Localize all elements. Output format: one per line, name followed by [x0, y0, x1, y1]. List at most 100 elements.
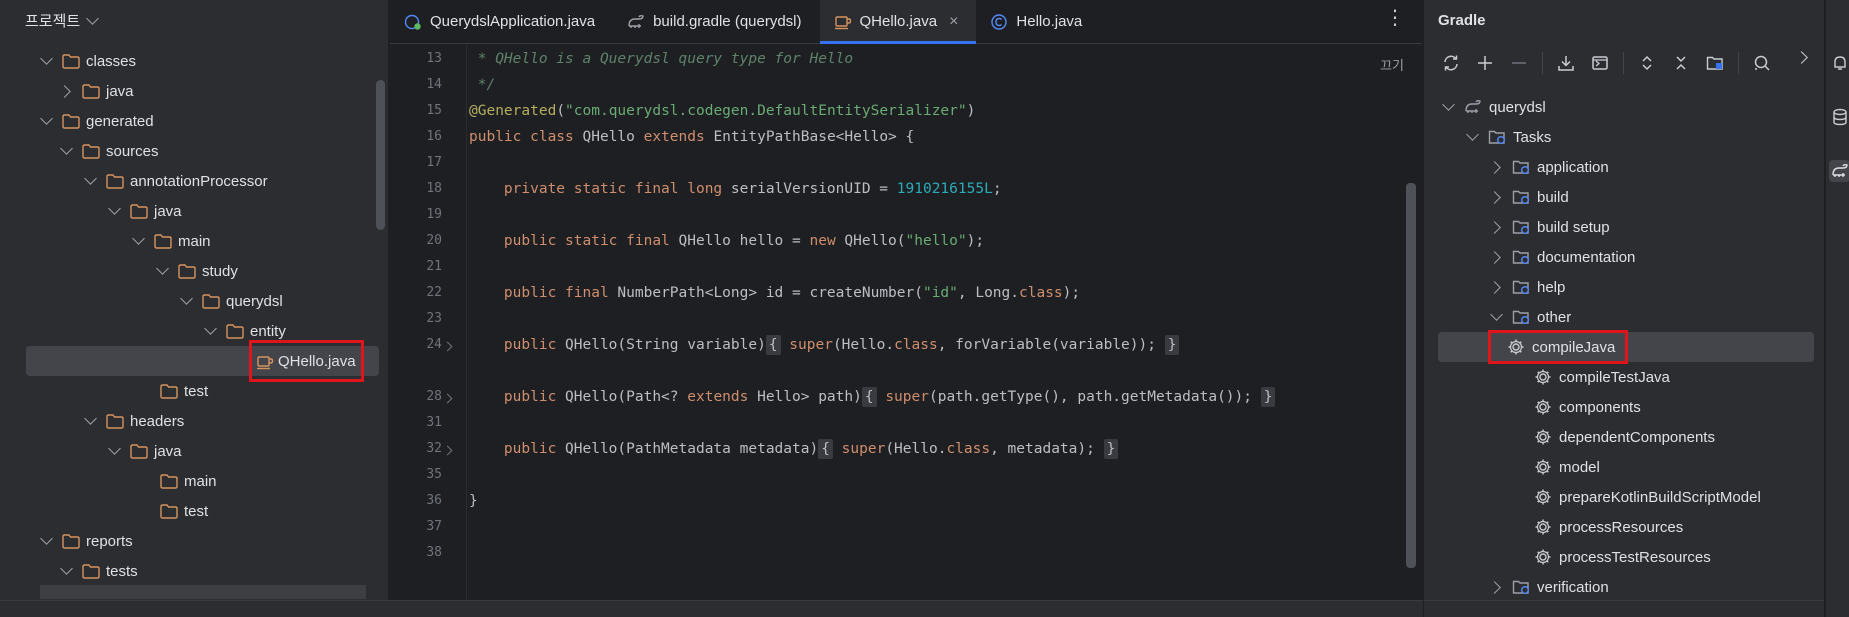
tree-item-generated[interactable]: generated — [0, 106, 388, 136]
link-project-icon[interactable] — [1698, 48, 1732, 78]
gradle-group-build[interactable]: build — [1424, 182, 1824, 212]
gradle-tasks-node[interactable]: Tasks — [1424, 122, 1824, 152]
tree-item-querydsl[interactable]: querydsl — [0, 286, 388, 316]
code-area[interactable]: * QHello is a Querydsl query type for He… — [469, 45, 1389, 617]
gradle-task-label: processResources — [1559, 518, 1684, 536]
gradle-root-querydsl[interactable]: querydsl — [1424, 92, 1824, 122]
expand-arrow-icon[interactable] — [36, 531, 56, 551]
gear-icon — [1534, 488, 1552, 506]
gradle-group-build-setup[interactable]: build setup — [1424, 212, 1824, 242]
gradle-task-prepareKotlinBuildScriptModel[interactable]: prepareKotlinBuildScriptModel — [1424, 482, 1824, 512]
gradle-task-components[interactable]: components — [1424, 392, 1824, 422]
reader-mode-toggle[interactable]: 끄기 — [1380, 55, 1404, 74]
tab-querydsl-application[interactable]: QuerydslApplication.java — [390, 0, 613, 43]
gradle-group-documentation[interactable]: documentation — [1424, 242, 1824, 272]
collapse-arrow-icon[interactable] — [1486, 277, 1506, 297]
collapse-all-icon[interactable] — [1664, 48, 1698, 78]
expand-arrow-icon[interactable] — [200, 321, 220, 341]
database-icon[interactable] — [1831, 108, 1849, 126]
gradle-task-model[interactable]: model — [1424, 452, 1824, 482]
tree-item-java[interactable]: java — [0, 196, 388, 226]
fold-arrow-icon[interactable] — [442, 341, 456, 355]
gradle-group-help[interactable]: help — [1424, 272, 1824, 302]
expand-arrow-icon[interactable] — [56, 141, 76, 161]
collapse-arrow-icon[interactable] — [1486, 217, 1506, 237]
expand-arrow-icon[interactable] — [104, 201, 124, 221]
gradle-group-label: help — [1537, 278, 1566, 296]
expand-arrow-icon[interactable] — [1438, 97, 1458, 117]
notifications-icon[interactable] — [1831, 54, 1849, 72]
gradle-group-application[interactable]: application — [1424, 152, 1824, 182]
gradle-group-label: application — [1537, 158, 1609, 176]
gradle-task-label: model — [1559, 458, 1600, 476]
tree-item-label: annotationProcessor — [130, 172, 268, 190]
expand-arrow-icon[interactable] — [80, 411, 100, 431]
expand-arrow-icon[interactable] — [36, 51, 56, 71]
fold-arrow-icon[interactable] — [442, 393, 456, 407]
gradle-task-processResources[interactable]: processResources — [1424, 512, 1824, 542]
tree-item-test[interactable]: test — [0, 496, 388, 526]
line-number: 17 — [426, 155, 442, 170]
more-options-icon[interactable]: ⋮ — [1385, 8, 1405, 28]
collapse-arrow-icon[interactable] — [1486, 157, 1506, 177]
expand-arrow-icon[interactable] — [56, 561, 76, 581]
download-icon[interactable] — [1549, 48, 1583, 78]
gear-icon — [1534, 518, 1552, 536]
tab-label: Hello.java — [1016, 13, 1083, 30]
close-icon[interactable]: × — [949, 13, 958, 31]
gradle-task-compileTestJava[interactable]: compileTestJava — [1424, 362, 1824, 392]
tree-item-annotationProcessor[interactable]: annotationProcessor — [0, 166, 388, 196]
tree-item-headers[interactable]: headers — [0, 406, 388, 436]
analyze-icon[interactable] — [1745, 48, 1779, 78]
gradle-elephant-icon[interactable] — [1829, 160, 1849, 182]
gradle-group-verification[interactable]: verification — [1424, 572, 1824, 602]
tab-build-gradle[interactable]: build.gradle (querydsl) — [613, 0, 819, 43]
editor-scrollbar[interactable] — [1406, 183, 1416, 568]
tree-item-sources[interactable]: sources — [0, 136, 388, 166]
tree-item-reports[interactable]: reports — [0, 526, 388, 556]
fold-arrow-icon[interactable] — [442, 445, 456, 459]
tree-item-tests[interactable]: tests — [0, 556, 388, 586]
tree-item-label: reports — [86, 532, 133, 550]
tree-item-java[interactable]: java — [0, 436, 388, 466]
collapse-arrow-icon[interactable] — [1486, 187, 1506, 207]
expand-all-icon[interactable] — [1630, 48, 1664, 78]
expand-arrow-icon[interactable] — [176, 291, 196, 311]
reload-icon[interactable] — [1434, 48, 1468, 78]
expand-arrow-icon[interactable] — [36, 111, 56, 131]
chevron-right-icon[interactable] — [1795, 51, 1808, 64]
tree-item-main[interactable]: main — [0, 226, 388, 256]
expand-arrow-icon[interactable] — [152, 261, 172, 281]
tab-hello-java[interactable]: Hello.java — [976, 0, 1100, 43]
project-scrollbar[interactable] — [376, 80, 385, 230]
tree-item-study[interactable]: study — [0, 256, 388, 286]
project-panel-header[interactable]: 프로젝트 — [0, 0, 388, 41]
collapse-arrow-icon[interactable] — [1486, 247, 1506, 267]
remove-icon[interactable] — [1502, 48, 1536, 78]
gradle-bottom-strip — [1424, 600, 1824, 617]
gradle-task-dependentComponents[interactable]: dependentComponents — [1424, 422, 1824, 452]
tree-item-classes[interactable]: classes — [0, 46, 388, 76]
expand-arrow-icon[interactable] — [1462, 127, 1482, 147]
gradle-group-other[interactable]: other — [1424, 302, 1824, 332]
editor-tabs: QuerydslApplication.java build.gradle (q… — [390, 0, 1422, 44]
script-icon[interactable] — [1583, 48, 1617, 78]
folder-icon — [202, 293, 220, 309]
collapse-arrow-icon[interactable] — [1486, 577, 1506, 597]
collapse-arrow-icon[interactable] — [56, 81, 76, 101]
task-folder-icon — [1512, 308, 1530, 326]
expand-arrow-icon[interactable] — [1486, 307, 1506, 327]
line-number: 15 — [426, 103, 442, 118]
gradle-task-processTestResources[interactable]: processTestResources — [1424, 542, 1824, 572]
expand-arrow-icon[interactable] — [104, 441, 124, 461]
chevron-down-icon[interactable] — [86, 12, 100, 25]
project-panel: 프로젝트 classes java generated sources anno… — [0, 0, 389, 617]
tree-item-main[interactable]: main — [0, 466, 388, 496]
add-icon[interactable] — [1468, 48, 1502, 78]
tree-item-java[interactable]: java — [0, 76, 388, 106]
tab-qhello-java[interactable]: QHello.java × — [819, 0, 977, 44]
expand-arrow-icon[interactable] — [128, 231, 148, 251]
expand-arrow-icon[interactable] — [80, 171, 100, 191]
gradle-task-compileJava[interactable]: compileJava — [1424, 330, 1824, 364]
tree-item-qhello-java[interactable]: QHello.java — [0, 340, 388, 382]
